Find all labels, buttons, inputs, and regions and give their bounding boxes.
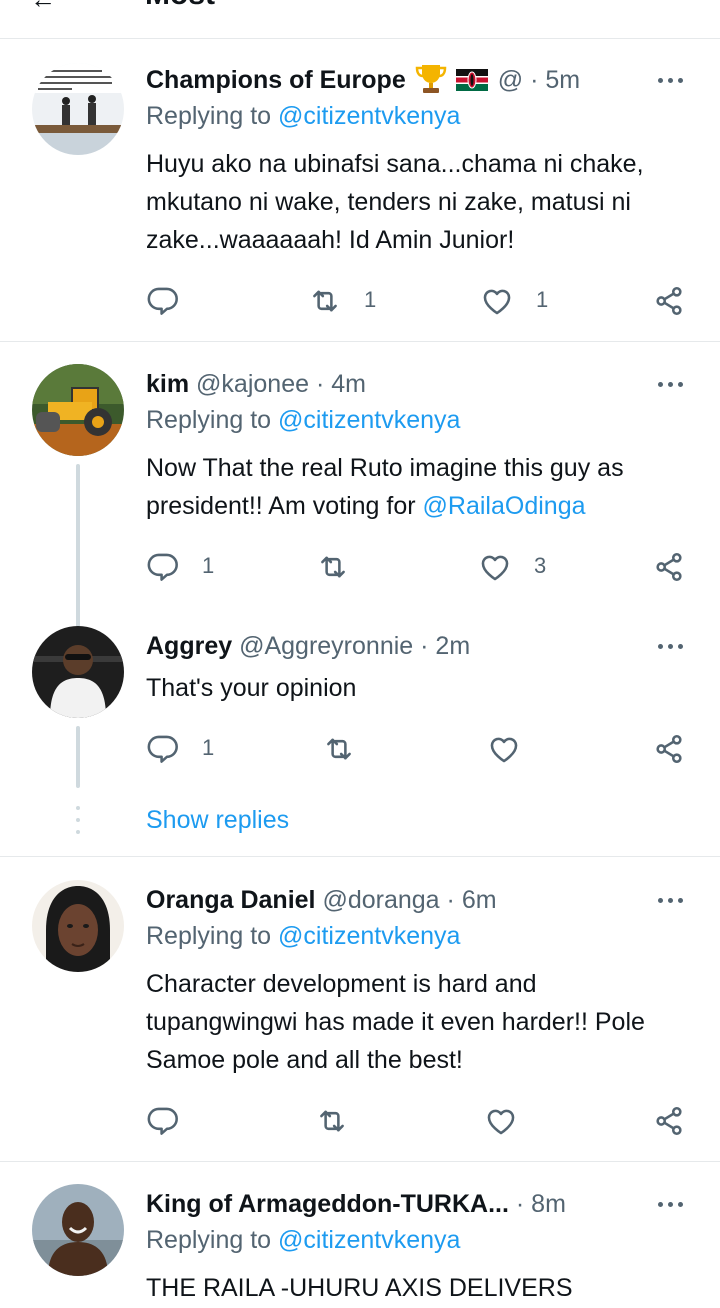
- show-replies-link[interactable]: Show replies: [146, 806, 289, 835]
- tweet-actions: [0, 1100, 720, 1140]
- tweet-header: King of Armageddon-TURKA... · 8m: [146, 1184, 566, 1224]
- back-arrow-icon[interactable]: ←: [30, 0, 56, 15]
- timestamp[interactable]: · 6m: [447, 886, 497, 914]
- display-name[interactable]: Champions of Europe: [146, 66, 406, 94]
- divider: [0, 1161, 720, 1162]
- timestamp[interactable]: · 2m: [420, 632, 470, 660]
- sort-title: Most: [145, 0, 215, 12]
- display-name[interactable]: Aggrey: [146, 632, 232, 660]
- reply-icon: [147, 553, 178, 581]
- like-icon: [481, 555, 509, 581]
- more-icon[interactable]: [656, 626, 686, 666]
- replying-label: Replying to: [146, 102, 272, 130]
- tweet-text: Character development is hard and tupang…: [146, 970, 645, 1074]
- like-count: 1: [536, 287, 549, 312]
- tweet-actions: 1 1: [0, 280, 720, 320]
- avatar[interactable]: [32, 1184, 124, 1276]
- divider: [0, 341, 720, 342]
- like-count: 3: [534, 553, 547, 578]
- tweet-header: Aggrey @Aggreyronnie · 2m: [146, 626, 470, 666]
- tweet-header: kim @kajonee · 4m: [146, 364, 366, 404]
- replying-mention[interactable]: @citizentvkenya: [278, 102, 460, 130]
- divider: [0, 856, 720, 857]
- share-icon: [656, 734, 682, 764]
- reply-count: 1: [202, 553, 215, 578]
- more-icon[interactable]: [656, 364, 686, 404]
- more-icon[interactable]: [656, 880, 686, 920]
- retweet-icon: [313, 290, 337, 312]
- replying-mention[interactable]: @citizentvkenya: [278, 406, 460, 434]
- timestamp[interactable]: · 5m: [530, 66, 580, 94]
- like-icon: [490, 737, 518, 763]
- replying-to: Replying to @citizentvkenya: [146, 102, 460, 131]
- tweet-text: Huyu ako na ubinafsi sana...chama ni cha…: [146, 150, 644, 254]
- replying-to: Replying to @citizentvkenya: [146, 1226, 460, 1255]
- thread-dots: [76, 806, 80, 842]
- display-name[interactable]: kim: [146, 370, 189, 398]
- avatar[interactable]: [32, 626, 124, 718]
- handle[interactable]: @Aggreyronnie: [239, 632, 413, 660]
- replying-to: Replying to @citizentvkenya: [146, 406, 460, 435]
- top-bar: ← Most: [0, 0, 720, 38]
- replying-mention[interactable]: @citizentvkenya: [278, 1226, 460, 1254]
- replying-label: Replying to: [146, 1226, 272, 1254]
- more-icon[interactable]: [656, 1184, 686, 1224]
- retweet-icon: [321, 556, 345, 578]
- handle[interactable]: @kajonee: [196, 370, 309, 398]
- retweet-icon: [320, 1110, 344, 1132]
- timestamp[interactable]: · 8m: [516, 1190, 566, 1218]
- trophy-icon: [415, 65, 446, 93]
- avatar[interactable]: [32, 364, 124, 456]
- display-name[interactable]: King of Armageddon-TURKA...: [146, 1190, 509, 1218]
- like-icon: [483, 289, 511, 315]
- replying-label: Replying to: [146, 922, 272, 950]
- avatar[interactable]: [32, 880, 124, 972]
- tweet-text: THE RAILA -UHURU AXIS DELIVERS: [146, 1274, 573, 1302]
- tweet-header: Oranga Daniel @doranga · 6m: [146, 880, 497, 920]
- reply-icon: [147, 735, 178, 763]
- tweet-actions: 1: [0, 728, 720, 768]
- more-icon[interactable]: [656, 60, 686, 100]
- handle[interactable]: @: [498, 66, 523, 94]
- tweet-text: Now That the real Ruto imagine this guy …: [146, 449, 691, 525]
- display-name[interactable]: Oranga Daniel: [146, 886, 316, 914]
- divider: [0, 38, 720, 39]
- share-icon: [656, 1106, 682, 1136]
- handle[interactable]: @doranga: [322, 886, 439, 914]
- replying-to: Replying to @citizentvkenya: [146, 922, 460, 951]
- retweet-count: 1: [364, 287, 377, 312]
- share-icon: [656, 552, 682, 582]
- like-icon: [487, 1109, 515, 1135]
- share-icon: [656, 286, 682, 316]
- timestamp[interactable]: · 4m: [316, 370, 366, 398]
- tweet-header: Champions of Europe @ · 5m: [146, 60, 580, 100]
- reply-icon: [147, 287, 178, 315]
- replying-label: Replying to: [146, 406, 272, 434]
- replying-mention[interactable]: @citizentvkenya: [278, 922, 460, 950]
- reply-count: 1: [202, 735, 215, 760]
- avatar[interactable]: [32, 63, 124, 155]
- mention-link[interactable]: @RailaOdinga: [423, 492, 586, 520]
- retweet-icon: [327, 738, 351, 760]
- tweet-text: That's your opinion: [146, 674, 357, 702]
- reply-icon: [147, 1107, 178, 1135]
- kenya-flag-icon: [455, 69, 488, 91]
- tweet-actions: 1 3: [0, 546, 720, 586]
